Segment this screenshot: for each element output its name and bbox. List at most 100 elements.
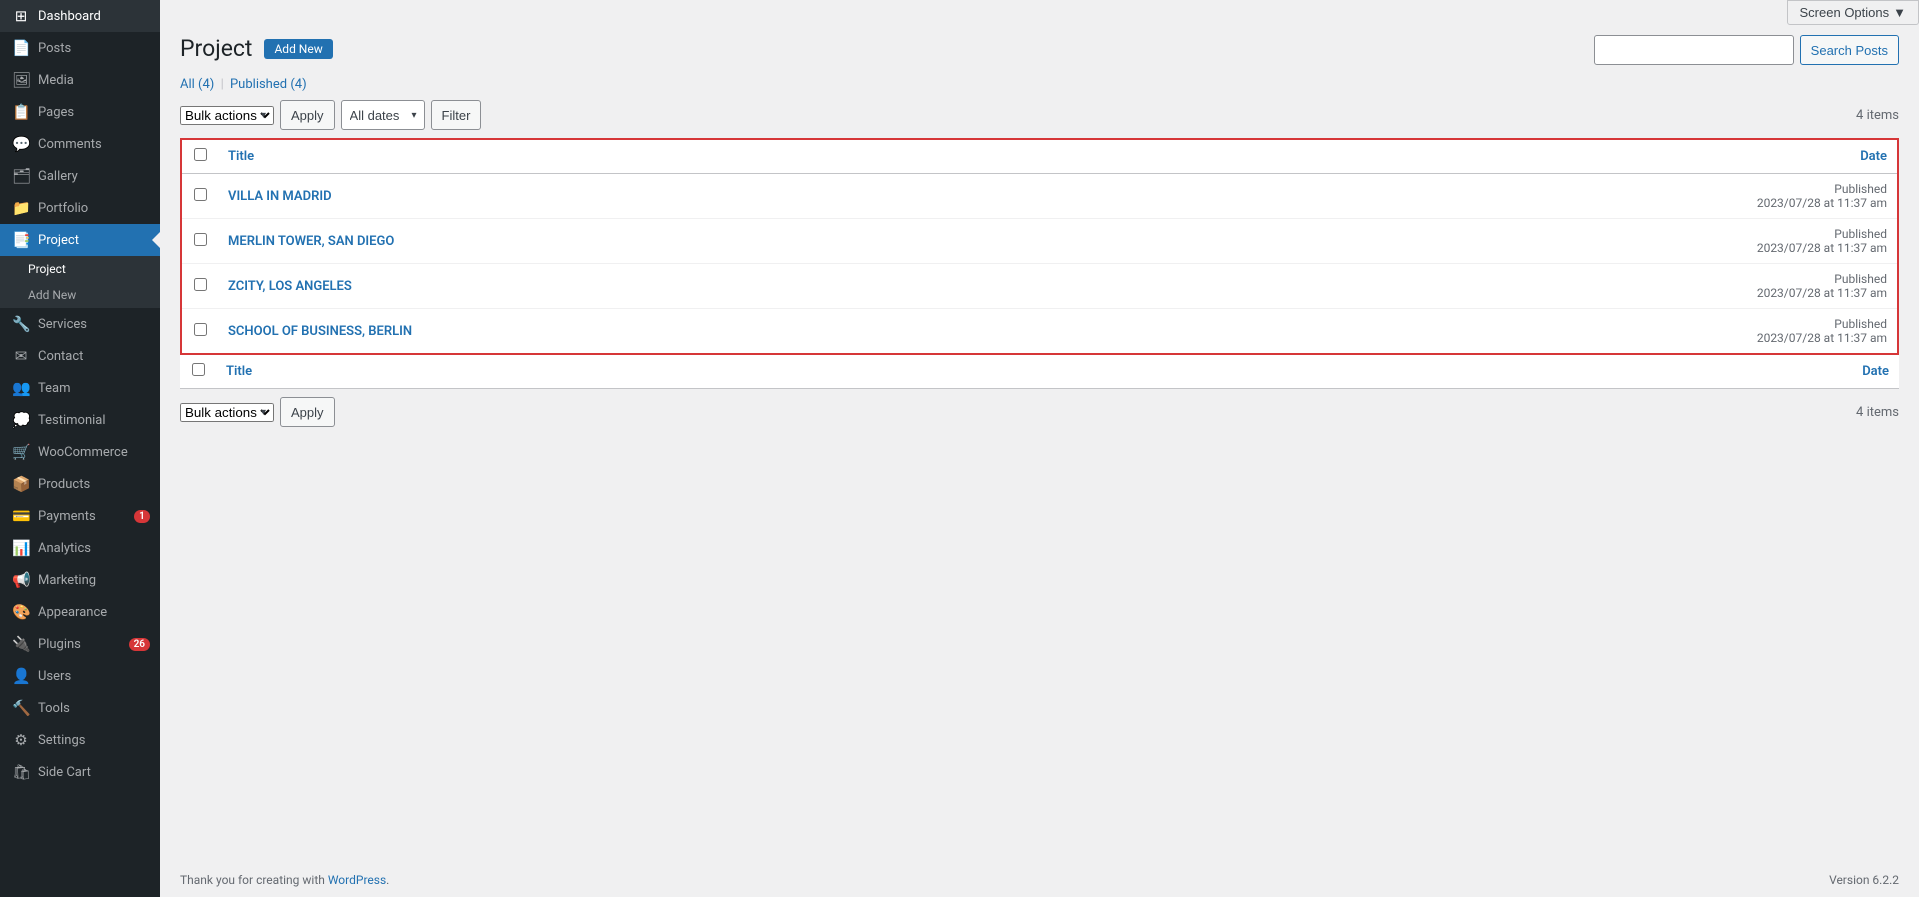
analytics-icon: 📊 (12, 539, 30, 557)
sidebar-item-label: Comments (38, 137, 150, 152)
page-title: Project (180, 35, 252, 62)
filter-button[interactable]: Filter (431, 100, 482, 130)
row-checkbox-4[interactable] (194, 323, 207, 336)
posts-table-bottom-header: Title Date (180, 355, 1899, 389)
sidebar-item-pages[interactable]: 📋Pages (0, 96, 160, 128)
sidebar-item-tools[interactable]: 🔨Tools (0, 692, 160, 724)
sub-menu-item-project-add[interactable]: Add New (0, 282, 160, 308)
row-date-cell: Published2023/07/28 at 11:37 am (1185, 219, 1897, 264)
sidebar-item-services[interactable]: 🔧 Services (0, 308, 160, 340)
footer: Thank you for creating with WordPress. V… (160, 863, 1919, 897)
search-input[interactable] (1594, 35, 1794, 65)
post-title-link[interactable]: SCHOOL OF BUSINESS, BERLIN (228, 324, 412, 339)
sidebar-item-gallery[interactable]: 🗂Gallery (0, 160, 160, 192)
appearance-icon: 🎨 (12, 603, 30, 621)
published-filter-link[interactable]: Published (4) (230, 77, 307, 92)
post-title-link[interactable]: ZCITY, LOS ANGELES (228, 279, 352, 294)
screen-options-button[interactable]: Screen Options ▼ (1787, 0, 1919, 25)
bulk-actions-select-bottom[interactable]: Bulk actions (180, 403, 274, 422)
sidebar-item-products[interactable]: 📦Products (0, 468, 160, 500)
table-row: ZCITY, LOS ANGELES Published2023/07/28 at… (182, 264, 1897, 309)
apply-button-top[interactable]: Apply (280, 100, 335, 130)
sidebar-item-portfolio[interactable]: 📁Portfolio (0, 192, 160, 224)
marketing-icon: 📢 (12, 571, 30, 589)
post-title-link[interactable]: MERLIN TOWER, SAN DIEGO (228, 234, 394, 249)
col-cb-footer (180, 355, 216, 389)
sidebar-item-appearance[interactable]: 🎨Appearance (0, 596, 160, 628)
date-select[interactable]: All dates (341, 100, 425, 130)
sidebar-item-woocommerce[interactable]: 🛒 WooCommerce (0, 436, 160, 468)
all-filter-link[interactable]: All (4) (180, 77, 218, 92)
apply-button-bottom[interactable]: Apply (280, 397, 335, 427)
sub-menu-item-project-list[interactable]: Project (0, 256, 160, 282)
search-posts-button[interactable]: Search Posts (1800, 35, 1899, 65)
row-checkbox-2[interactable] (194, 233, 207, 246)
sidebar-item-testimonial[interactable]: 💭Testimonial (0, 404, 160, 436)
sidebar-item-media[interactable]: 🖼Media (0, 64, 160, 96)
row-date-cell: Published2023/07/28 at 11:37 am (1185, 309, 1897, 354)
sidebar-item-label: WooCommerce (38, 445, 150, 460)
row-date-cell: Published2023/07/28 at 11:37 am (1185, 174, 1897, 219)
row-checkbox-cell (182, 264, 218, 309)
filter-separator: | (221, 77, 227, 92)
sidebar-item-dashboard[interactable]: ⊞Dashboard (0, 0, 160, 32)
sidebar-item-contact[interactable]: ✉Contact (0, 340, 160, 372)
col-cb-header (182, 140, 218, 174)
active-arrow (152, 232, 160, 248)
col-date-header[interactable]: Date (1185, 140, 1897, 174)
row-date-cell: Published2023/07/28 at 11:37 am (1185, 264, 1897, 309)
title-row: Project Add New (180, 35, 333, 62)
sidebar-item-label: Project (38, 233, 150, 248)
row-checkbox-3[interactable] (194, 278, 207, 291)
sidebar-item-label: Analytics (38, 541, 150, 556)
col-title-footer[interactable]: Title (216, 355, 1051, 389)
services-icon: 🔧 (12, 315, 30, 333)
sidebar-item-settings[interactable]: ⚙Settings (0, 724, 160, 756)
sidebar-item-label: Media (38, 73, 150, 88)
row-checkbox-1[interactable] (194, 188, 207, 201)
sidebar-item-posts[interactable]: 📄Posts (0, 32, 160, 64)
sidebar-item-marketing[interactable]: 📢 Marketing (0, 564, 160, 596)
sidebar-item-label: Contact (38, 349, 150, 364)
main-content: Screen Options ▼ Project Add New Search … (160, 0, 1919, 897)
select-all-checkbox-top[interactable] (194, 148, 207, 161)
table-footer-header-row: Title Date (180, 355, 1899, 389)
bottom-items-count: 4 items (1856, 405, 1899, 420)
tools-icon: 🔨 (12, 699, 30, 717)
woocommerce-icon: 🛒 (12, 443, 30, 461)
bulk-actions-wrapper: Bulk actions (180, 106, 274, 125)
date-select-wrapper: All dates (341, 100, 425, 130)
sidebar-item-project[interactable]: 📑Project (0, 224, 160, 256)
sidebar-item-side-cart[interactable]: 🛍Side Cart (0, 756, 160, 788)
sidebar-item-plugins[interactable]: 🔌Plugins26 (0, 628, 160, 660)
sidebar-item-label: Posts (38, 41, 150, 56)
sidebar-item-payments[interactable]: 💳Payments1 (0, 500, 160, 532)
col-date-footer[interactable]: Date (1051, 355, 1899, 389)
sidebar-item-label: Plugins (38, 637, 121, 652)
table-header-row: Title Date (182, 140, 1897, 174)
sidebar: ⊞Dashboard📄Posts🖼Media📋Pages 💬 Comments 🗂Ga… (0, 0, 160, 897)
col-title-header[interactable]: Title (218, 140, 1185, 174)
post-title-link[interactable]: VILLA IN MADRID (228, 189, 332, 204)
filter-links: All (4) | Published (4) (180, 77, 1899, 92)
sidebar-item-label: Marketing (38, 573, 150, 588)
sidebar-item-label: Users (38, 669, 150, 684)
table-row: VILLA IN MADRID Published2023/07/28 at 11… (182, 174, 1897, 219)
products-icon: 📦 (12, 475, 30, 493)
sidebar-item-label: Portfolio (38, 201, 150, 216)
sidebar-item-team[interactable]: 👥Team (0, 372, 160, 404)
sidebar-item-analytics[interactable]: 📊 Analytics (0, 532, 160, 564)
sidebar-item-comments[interactable]: 💬 Comments (0, 128, 160, 160)
settings-icon: ⚙ (12, 731, 30, 749)
sidebar-item-users[interactable]: 👤Users (0, 660, 160, 692)
testimonial-icon: 💭 (12, 411, 30, 429)
top-action-bar: Bulk actions Apply All dates Filter 4 it… (180, 100, 1899, 130)
select-all-checkbox-bottom[interactable] (192, 363, 205, 376)
add-new-button[interactable]: Add New (264, 39, 332, 59)
posts-table-wrapper: Title Date VILLA IN MADRID Published2023/… (180, 138, 1899, 355)
wordpress-link[interactable]: WordPress (328, 873, 386, 887)
comments-icon: 💬 (12, 135, 30, 153)
sidebar-item-label: Services (38, 317, 150, 332)
bulk-actions-select-top[interactable]: Bulk actions (180, 106, 274, 125)
sidebar-item-label: Pages (38, 105, 150, 120)
